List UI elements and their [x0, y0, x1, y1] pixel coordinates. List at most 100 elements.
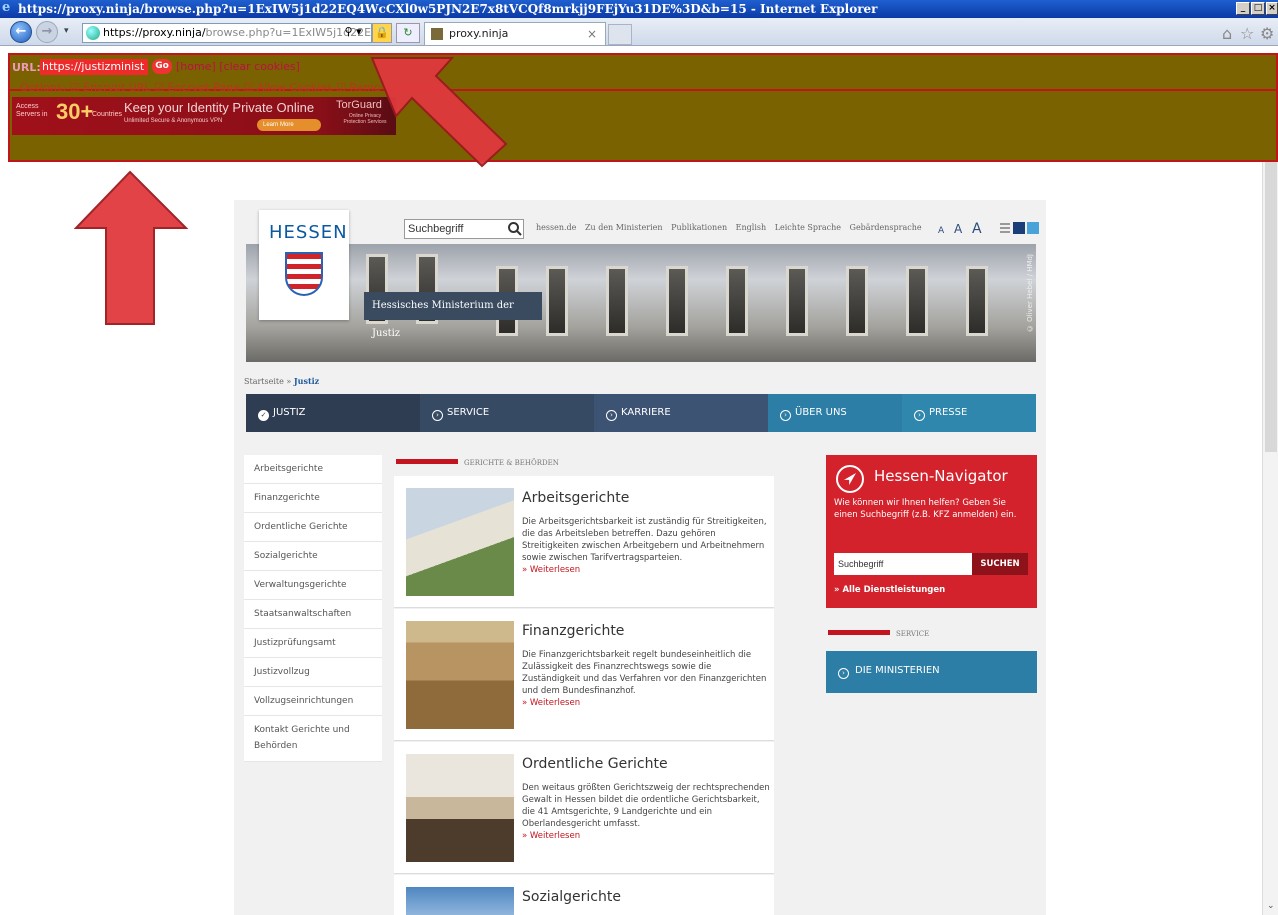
top-link[interactable]: hessen.de [536, 223, 576, 232]
history-dropdown-icon[interactable]: ▾ [64, 26, 69, 36]
left-nav-item[interactable]: Kontakt Gerichte und Behörden [244, 716, 382, 762]
article-text: Den weitaus größten Gerichtszweig der re… [522, 783, 770, 842]
favorites-star-icon[interactable]: ☆ [1240, 24, 1254, 43]
left-nav-item[interactable]: Justizvollzug [244, 658, 382, 687]
read-more-link[interactable]: » Weiterlesen [522, 564, 770, 576]
top-link[interactable]: English [736, 223, 767, 232]
read-more-link[interactable]: » Weiterlesen [522, 830, 770, 842]
top-link[interactable]: Zu den Ministerien [585, 223, 663, 232]
article-image [406, 621, 514, 729]
left-nav-item[interactable]: Staatsanwaltschaften [244, 600, 382, 629]
forward-arrow-icon[interactable]: → [36, 21, 58, 43]
navigator-search-input[interactable]: Suchbegriff [834, 553, 972, 575]
annotation-arrow-up [74, 170, 189, 325]
top-link[interactable]: Gebärdensprache [850, 223, 922, 232]
address-bar[interactable]: https://proxy.ninja/browse.php?u=1ExIW5j… [82, 23, 372, 43]
search-icon[interactable] [507, 221, 523, 237]
nav-service[interactable]: › SERVICE [420, 394, 594, 432]
left-nav-item[interactable]: Sozialgerichte [244, 542, 382, 571]
vertical-scrollbar[interactable]: ⌄ [1262, 162, 1278, 915]
proxy-links[interactable]: [home] [clear cookies] [176, 60, 300, 73]
navigator-search-button[interactable]: SUCHEN [972, 553, 1028, 575]
hessen-crest-icon [285, 252, 323, 296]
photo-credit: © Oliver Hebel / HMdJ [1026, 254, 1034, 333]
article-title[interactable]: Sozialgerichte [522, 889, 621, 905]
ministries-button[interactable]: › DIE MINISTERIEN [826, 651, 1037, 693]
tab-favicon-icon [431, 28, 443, 40]
ad-learn-more-button[interactable]: Learn More [257, 119, 321, 131]
navigator-question: Wie können wir Ihnen helfen? Geben Sie e… [834, 498, 1017, 520]
ad-subtitle: Unlimited Secure & Anonymous VPN [124, 118, 223, 124]
left-nav-item[interactable]: Vollzugseinrichtungen [244, 687, 382, 716]
breadcrumb: Startseite » Justiz [244, 376, 319, 386]
hessen-logo[interactable]: HESSEN [259, 210, 349, 320]
service-heading: SERVICE [828, 630, 929, 638]
site-globe-icon [86, 26, 100, 40]
article-title[interactable]: Arbeitsgerichte [522, 490, 629, 506]
proxy-toolbar: URL: https://justizminist Go [home] [cle… [8, 53, 1278, 162]
font-size-small[interactable]: A [938, 226, 944, 236]
nav-ueber-uns[interactable]: › ÜBER UNS [768, 394, 902, 432]
chevron-right-icon: › [914, 410, 925, 421]
ad-slogan: Keep your Identity Private Online [124, 100, 315, 115]
ad-countries: Countries [92, 111, 122, 118]
all-services-link[interactable]: » Alle Dienstleistungen [834, 585, 945, 595]
font-size-switcher: A A A [938, 221, 988, 237]
article-text: Die Arbeitsgerichtsbarkeit ist zuständig… [522, 516, 770, 576]
article-card[interactable]: Sozialgerichte [394, 875, 774, 915]
scroll-down-icon[interactable]: ⌄ [1267, 901, 1275, 911]
breadcrumb-current: Justiz [293, 376, 320, 386]
internet-explorer-icon: e [2, 0, 11, 15]
maximize-icon[interactable]: □ [1251, 2, 1265, 15]
article-image [406, 488, 514, 596]
ad-count: 30+ [56, 99, 94, 124]
window-title: https://proxy.ninja/browse.php?u=1ExIW5j… [18, 2, 878, 16]
article-image [406, 754, 514, 862]
minimize-icon[interactable]: _ [1236, 2, 1250, 15]
left-nav-item[interactable]: Finanzgerichte [244, 484, 382, 513]
close-icon[interactable]: × [1266, 2, 1278, 15]
ad-access-text: Access Servers in [16, 103, 48, 118]
font-size-large[interactable]: A [972, 221, 982, 237]
back-arrow-icon[interactable]: ← [10, 21, 32, 43]
home-icon[interactable]: ⌂ [1222, 24, 1232, 43]
top-links: hessen.de Zu den Ministerien Publikation… [536, 223, 928, 232]
top-link[interactable]: Publikationen [671, 223, 727, 232]
left-navigation: Arbeitsgerichte Finanzgerichte Ordentlic… [244, 455, 382, 762]
article-card[interactable]: Ordentliche Gerichte Den weitaus größten… [394, 742, 774, 874]
scrollbar-thumb[interactable] [1265, 162, 1277, 452]
annotation-arrow-diagonal [370, 57, 508, 168]
article-title[interactable]: Ordentliche Gerichte [522, 756, 668, 772]
tools-gear-icon[interactable]: ⚙ [1260, 24, 1274, 43]
ministry-label: Hessisches Ministerium der Justiz [364, 292, 542, 339]
vpn-advertisement[interactable]: Access Servers in 30+ Countries Keep you… [12, 97, 396, 135]
left-nav-item[interactable]: Verwaltungsgerichte [244, 571, 382, 600]
navigator-compass-icon [836, 465, 864, 493]
left-nav-item[interactable]: Justizprüfungsamt [244, 629, 382, 658]
new-tab-button[interactable] [608, 24, 632, 45]
proxy-url-row: URL: https://justizminist Go [home] [cle… [10, 55, 1276, 91]
hessen-navigator: Hessen-Navigator Wie können wir Ihnen he… [826, 455, 1037, 608]
hessen-website: © Oliver Hebel / HMdJ HESSEN Suchbegriff… [234, 200, 1046, 915]
nav-karriere[interactable]: › KARRIERE [594, 394, 768, 432]
proxy-options[interactable]: Options: ☑ Encrypt URL ☑ Encrypt Page ☑ … [20, 81, 380, 91]
article-title[interactable]: Finanzgerichte [522, 623, 624, 639]
breadcrumb-home[interactable]: Startseite » [244, 377, 291, 386]
proxy-url-input[interactable]: https://justizminist [40, 59, 148, 75]
tab-close-icon[interactable]: × [587, 23, 597, 45]
nav-justiz[interactable]: ✓ JUSTIZ [246, 394, 420, 432]
logo-text: HESSEN [269, 222, 348, 243]
check-icon: ✓ [258, 410, 269, 421]
read-more-link[interactable]: » Weiterlesen [522, 697, 770, 709]
go-button[interactable]: Go [152, 59, 172, 74]
top-link[interactable]: Leichte Sprache [775, 223, 841, 232]
article-card[interactable]: Finanzgerichte Die Finanzgerichtsbarkeit… [394, 609, 774, 741]
font-size-medium[interactable]: A [954, 222, 962, 236]
left-nav-item[interactable]: Arbeitsgerichte [244, 455, 382, 484]
nav-presse[interactable]: › PRESSE [902, 394, 1036, 432]
article-card[interactable]: Arbeitsgerichte Die Arbeitsgerichtsbarke… [394, 476, 774, 608]
layout-switch-icon[interactable] [1000, 221, 1040, 235]
left-nav-item[interactable]: Ordentliche Gerichte [244, 513, 382, 542]
main-navigation: ✓ JUSTIZ › SERVICE › KARRIERE › ÜBER UNS › PR… [246, 394, 1036, 432]
site-search-input[interactable]: Suchbegriff [404, 219, 524, 239]
